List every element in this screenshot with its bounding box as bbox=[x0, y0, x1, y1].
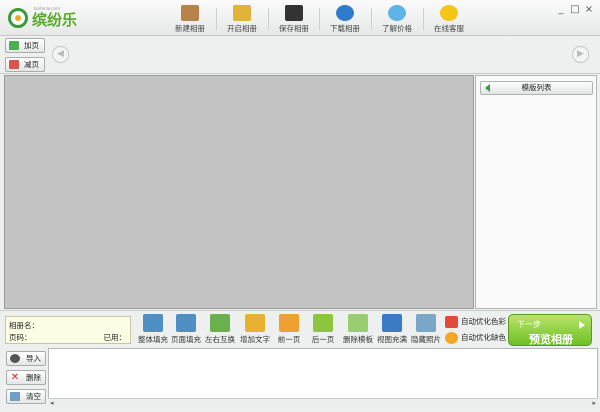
photo-controls: 导入 ✕ 删除 清空 bbox=[3, 348, 47, 410]
album-name-label: 相册名： bbox=[9, 321, 39, 330]
hide-photo-button[interactable]: 隐藏照片 bbox=[407, 314, 445, 346]
face-icon bbox=[445, 332, 458, 344]
app-logo: binfenle.com 缤纷乐 bbox=[8, 6, 78, 30]
collapse-arrow-icon bbox=[485, 84, 490, 92]
album-canvas[interactable] bbox=[4, 75, 474, 309]
add-page-button[interactable]: 加页 bbox=[5, 38, 45, 53]
swap-lr-icon bbox=[210, 314, 230, 332]
swap-lr-label: 左右互换 bbox=[205, 335, 235, 344]
title-bar: binfenle.com 缤纷乐 新建相册 开启相册 保存相册 下载相册 了解价… bbox=[0, 0, 600, 36]
fill-page-icon bbox=[176, 314, 196, 332]
scroll-left-arrow-icon[interactable]: ◀ bbox=[52, 46, 69, 63]
price-info-label: 了解价格 bbox=[382, 24, 412, 33]
next-page-button[interactable]: 后一页 bbox=[304, 314, 342, 346]
next-step-label: 下一步 bbox=[517, 320, 541, 329]
fill-page-button[interactable]: 页面填充 bbox=[167, 314, 205, 346]
next-page-icon bbox=[313, 314, 333, 332]
camera-icon bbox=[10, 354, 20, 363]
logo-text: 缤纷乐 bbox=[32, 11, 78, 29]
logo-ring-icon bbox=[8, 8, 28, 28]
online-support-label: 在线客服 bbox=[434, 24, 464, 33]
preview-album-label: 预览相册 bbox=[529, 333, 573, 346]
import-label: 导入 bbox=[26, 354, 41, 363]
scroll-right-icon[interactable]: ▸ bbox=[592, 399, 596, 407]
hide-photo-icon bbox=[416, 314, 436, 332]
remove-page-icon bbox=[9, 60, 19, 69]
online-support-button[interactable]: 在线客服 bbox=[424, 4, 474, 34]
template-panel: 模版列表 bbox=[475, 75, 597, 309]
online-support-icon bbox=[440, 5, 458, 21]
trash-icon bbox=[10, 392, 20, 401]
auto-color-option[interactable]: 自动优化色彩 bbox=[445, 315, 509, 329]
import-button[interactable]: 导入 bbox=[6, 351, 46, 366]
price-info-button[interactable]: 了解价格 bbox=[372, 4, 422, 34]
download-globe-icon bbox=[336, 5, 354, 21]
used-label: 已用： bbox=[103, 333, 127, 342]
album-info-box: 相册名： 页码： 已用： bbox=[5, 316, 131, 344]
close-button[interactable]: × bbox=[582, 4, 596, 15]
delete-label: 删除 bbox=[26, 373, 41, 382]
add-page-icon bbox=[9, 41, 19, 50]
new-album-button[interactable]: 新建相册 bbox=[165, 4, 215, 34]
next-page-label: 后一页 bbox=[311, 335, 335, 344]
download-album-label: 下载相册 bbox=[330, 24, 360, 33]
swap-lr-button[interactable]: 左右互换 bbox=[201, 314, 239, 346]
auto-missing-label: 自动优化缺色 bbox=[461, 333, 506, 342]
page-toolbar: 加页 减页 ◀ ▶ bbox=[0, 36, 600, 74]
add-text-label: 增加文字 bbox=[240, 335, 270, 344]
maximize-button[interactable]: □ bbox=[568, 4, 582, 15]
auto-color-label: 自动优化色彩 bbox=[461, 317, 506, 326]
download-album-button[interactable]: 下载相册 bbox=[320, 4, 370, 34]
save-album-icon bbox=[285, 5, 303, 21]
add-text-icon bbox=[245, 314, 265, 332]
open-album-label: 开启相册 bbox=[227, 24, 257, 33]
clear-label: 清空 bbox=[26, 392, 41, 401]
play-icon bbox=[579, 321, 585, 329]
template-list-header[interactable]: 模版列表 bbox=[480, 81, 593, 95]
view-fill-label: 视图充满 bbox=[377, 335, 407, 344]
scroll-left-icon[interactable]: ◂ bbox=[50, 399, 54, 407]
fill-page-label: 页面填充 bbox=[171, 335, 201, 344]
price-info-icon bbox=[388, 5, 406, 21]
add-text-button[interactable]: 增加文字 bbox=[236, 314, 274, 346]
remove-page-button[interactable]: 减页 bbox=[5, 57, 45, 72]
hide-photo-label: 隐藏照片 bbox=[411, 335, 441, 344]
prev-page-label: 前一页 bbox=[277, 335, 301, 344]
remove-page-label: 减页 bbox=[24, 60, 39, 69]
add-page-label: 加页 bbox=[24, 41, 39, 50]
new-album-icon bbox=[181, 5, 199, 21]
next-step-button[interactable]: 下一步 预览相册 bbox=[508, 314, 592, 346]
auto-missing-option[interactable]: 自动优化缺色 bbox=[445, 331, 509, 345]
delete-template-label: 删除模板 bbox=[343, 335, 373, 344]
open-album-button[interactable]: 开启相册 bbox=[217, 4, 267, 34]
view-fill-button[interactable]: 视图充满 bbox=[373, 314, 411, 346]
template-list-label: 模版列表 bbox=[521, 83, 552, 92]
clear-button[interactable]: 清空 bbox=[6, 389, 46, 404]
tray-horizontal-scrollbar[interactable]: ◂ ▸ bbox=[48, 398, 598, 408]
scroll-right-arrow-icon[interactable]: ▶ bbox=[572, 46, 589, 63]
color-bars-icon bbox=[445, 316, 458, 328]
save-album-label: 保存相册 bbox=[279, 24, 309, 33]
delete-template-button[interactable]: 删除模板 bbox=[339, 314, 377, 346]
delete-button[interactable]: ✕ 删除 bbox=[6, 370, 46, 385]
minimize-button[interactable]: _ bbox=[554, 4, 568, 15]
prev-page-icon bbox=[279, 314, 299, 332]
prev-page-button[interactable]: 前一页 bbox=[270, 314, 308, 346]
fill-whole-icon bbox=[143, 314, 163, 332]
open-album-icon bbox=[233, 5, 251, 21]
save-album-button[interactable]: 保存相册 bbox=[269, 4, 319, 34]
view-fill-icon bbox=[382, 314, 402, 332]
page-number-label: 页码： bbox=[9, 333, 32, 342]
editing-toolbar: 相册名： 页码： 已用： 整体填充 页面填充 左右互换 增加文字 前一页 后一页… bbox=[0, 310, 600, 347]
delete-x-icon: ✕ bbox=[10, 372, 20, 383]
new-album-label: 新建相册 bbox=[175, 24, 205, 33]
delete-template-icon bbox=[348, 314, 368, 332]
